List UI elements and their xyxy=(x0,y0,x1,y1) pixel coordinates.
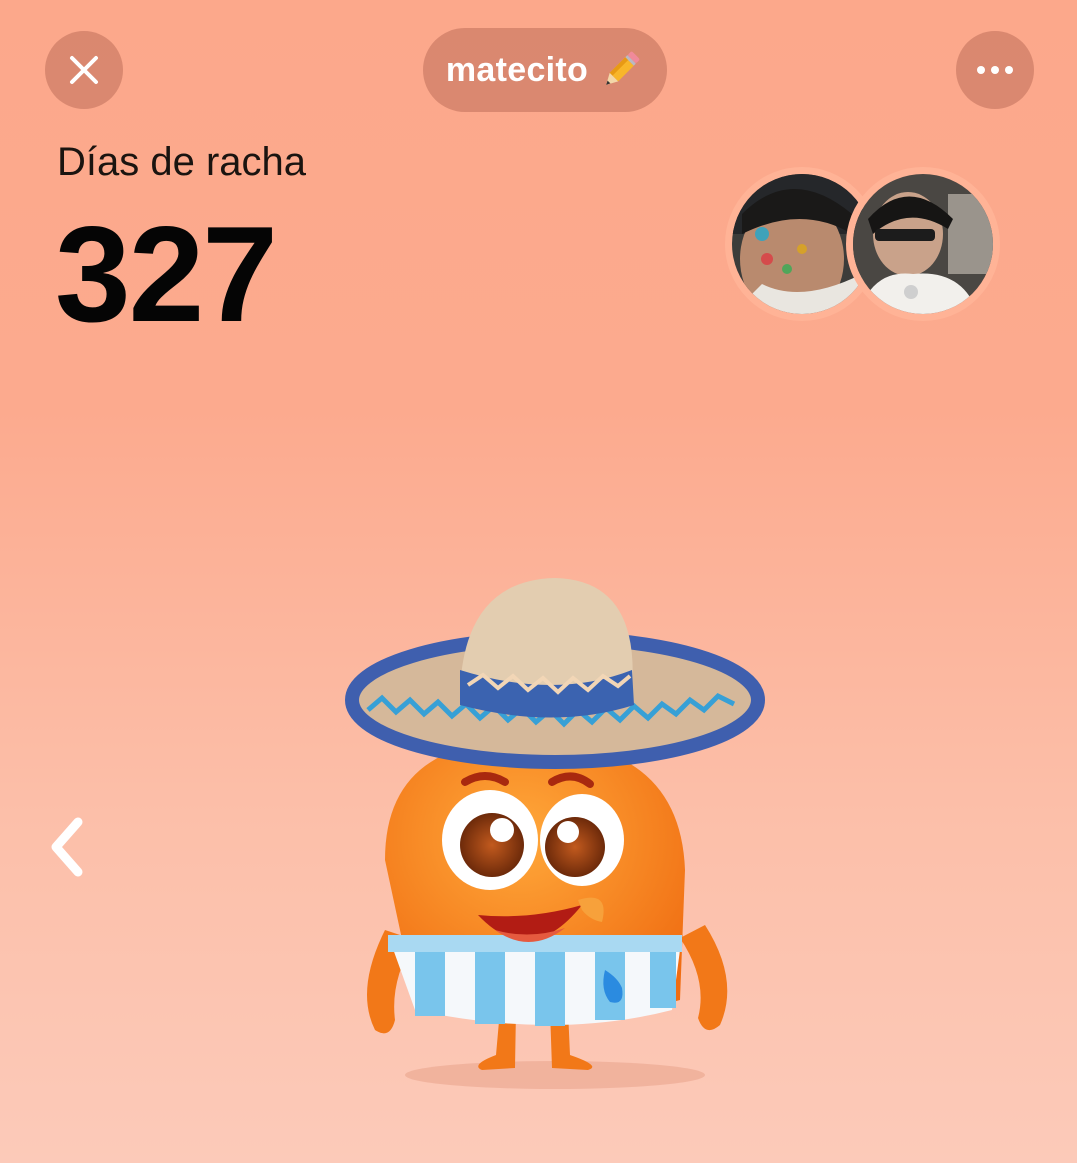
close-icon xyxy=(70,56,98,84)
group-title-button[interactable]: matecito xyxy=(423,28,667,112)
streak-label: Días de racha xyxy=(57,140,307,184)
more-options-button[interactable] xyxy=(956,31,1034,109)
pencil-icon xyxy=(606,51,640,85)
more-horizontal-icon xyxy=(977,66,1013,74)
orange-mascot-sombrero xyxy=(345,578,765,1089)
streak-count: 327 xyxy=(55,198,278,350)
close-button[interactable] xyxy=(45,31,123,109)
group-title: matecito xyxy=(445,50,589,89)
chevron-left-icon[interactable] xyxy=(40,812,100,882)
avatar-user-2[interactable] xyxy=(846,167,1000,321)
